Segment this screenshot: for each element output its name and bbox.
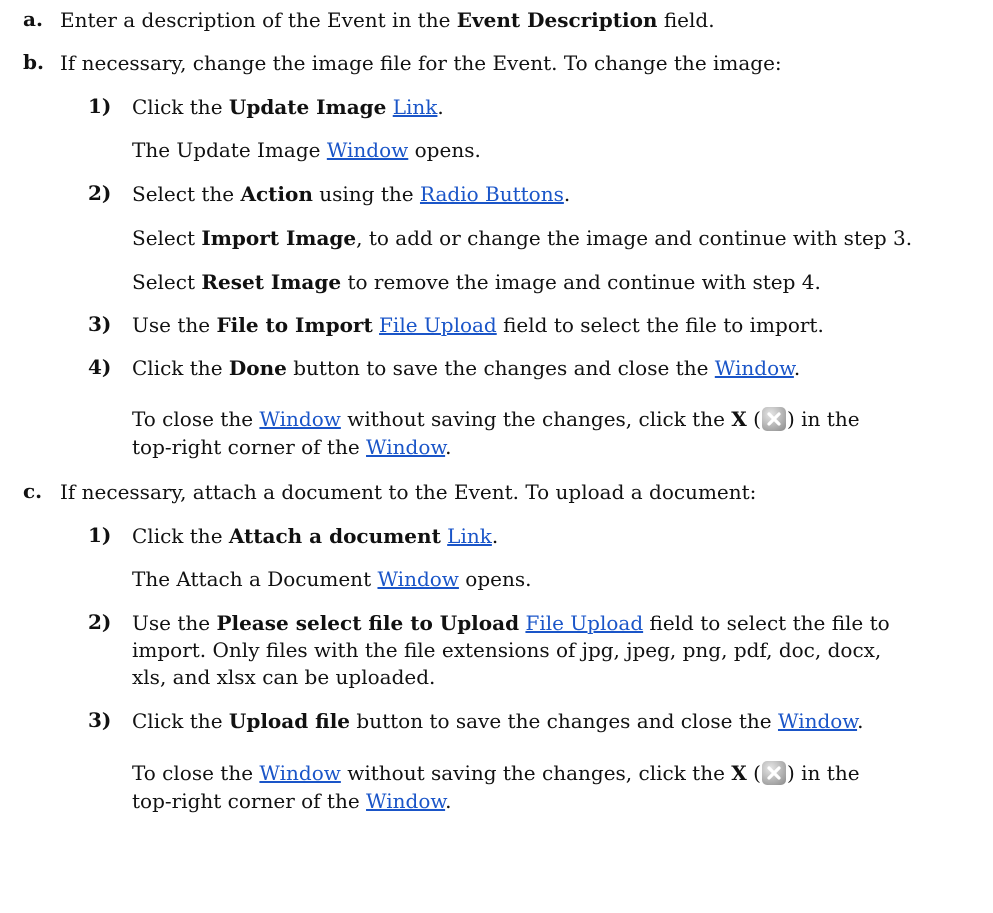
step-b3-marker: 3) [88, 312, 112, 336]
x-label: X [731, 407, 747, 431]
close-x-icon [762, 761, 786, 785]
close-note-line2-2: . [445, 435, 452, 459]
step-c2-text-line3: xls, and xlsx can be uploaded. [132, 665, 436, 689]
close-note-line2-1: top-right corner of the [132, 435, 367, 459]
reset-image-label: Reset Image [201, 270, 342, 294]
close-note-text-4: ) in the [787, 761, 860, 785]
step-c3-text-1: Click the [132, 709, 229, 733]
upload-file-label: Upload file [228, 709, 351, 733]
close-note-line2-1: top-right corner of the [132, 789, 367, 813]
step-c1-note-1: The Attach a Document [132, 567, 378, 591]
step-b1-note-2: opens. [408, 138, 481, 162]
step-b4-text-2: button to save the changes and close the [286, 356, 715, 380]
step-b2-p2-2: to remove the image and continue with st… [341, 270, 821, 294]
step-b1-marker: 1) [88, 94, 112, 118]
step-c3-text-2: button to save the changes and close the [350, 709, 778, 733]
step-a-marker: a. [23, 7, 43, 31]
link-link[interactable]: Link [447, 524, 492, 548]
step-b1-text: Click the Update Image Link. [132, 94, 444, 120]
step-b2-para-1: Select Import Image, to add or change th… [132, 225, 912, 251]
close-note-text-2: without saving the changes, click the [340, 761, 732, 785]
step-b4-text-1: Click the [132, 356, 229, 380]
radio-buttons-link[interactable]: Radio Buttons [420, 182, 564, 206]
step-c3-marker: 3) [88, 708, 112, 732]
step-a-text-1: Enter a description of the Event in the [60, 8, 457, 32]
step-b3-text-2: field to select the file to import. [496, 313, 824, 337]
step-c-text: If necessary, attach a document to the E… [60, 480, 757, 504]
step-c3-text: Click the Upload file button to save the… [132, 708, 863, 734]
close-note-text-1: To close the [132, 761, 260, 785]
close-note-line2-2: . [445, 789, 452, 813]
step-b2-text-3: . [563, 182, 571, 206]
close-note-text-3: ( [746, 407, 761, 431]
link-link[interactable]: Link [393, 95, 438, 119]
step-b3-text: Use the File to Import File Upload field… [132, 312, 824, 338]
step-c1-text-1: Click the [132, 524, 229, 548]
done-label: Done [228, 356, 287, 380]
window-link[interactable]: Window [715, 356, 794, 380]
window-link[interactable]: Window [366, 435, 445, 459]
step-b2-text: Select the Action using the Radio Button… [132, 181, 570, 207]
attach-document-label: Attach a document [228, 524, 441, 548]
step-b4-text-3: . [793, 356, 801, 380]
step-c2-text-1: Use the [132, 611, 217, 635]
step-b4-marker: 4) [88, 355, 112, 379]
step-c1-note: The Attach a Document Window opens. [132, 566, 531, 592]
step-b1-text-2: . [437, 95, 444, 119]
step-c2-marker: 2) [88, 610, 112, 634]
step-c3-text-3: . [857, 709, 864, 733]
x-label: X [731, 761, 747, 785]
select-file-upload-label: Please select file to Upload [216, 611, 520, 635]
close-note-text-1: To close the [132, 407, 260, 431]
step-c1-marker: 1) [88, 523, 112, 547]
step-b-text: If necessary, change the image file for … [60, 51, 782, 75]
step-b2-marker: 2) [88, 181, 112, 205]
step-b4-close-note: To close the Window without saving the c… [132, 406, 860, 432]
window-link[interactable]: Window [366, 789, 445, 813]
action-label: Action [240, 182, 313, 206]
step-b3-text-1: Use the [132, 313, 217, 337]
update-image-label: Update Image [228, 95, 387, 119]
step-b1-text-1: Click the [132, 95, 229, 119]
step-c-marker: c. [23, 479, 43, 503]
step-a-text-2: field. [657, 8, 715, 32]
window-link[interactable]: Window [377, 567, 458, 591]
step-b2-p1-1: Select [132, 226, 202, 250]
step-b2-para-2: Select Reset Image to remove the image a… [132, 269, 821, 295]
window-link[interactable]: Window [778, 709, 857, 733]
window-link[interactable]: Window [259, 761, 340, 785]
step-b-marker: b. [23, 50, 44, 74]
step-c2-text-2: field to select the file to [643, 611, 890, 635]
window-link[interactable]: Window [327, 138, 408, 162]
step-c2-text-line2: import. Only files with the file extensi… [132, 638, 882, 662]
step-c1-note-2: opens. [458, 567, 532, 591]
step-b2-text-1: Select the [132, 182, 241, 206]
step-b2-p2-1: Select [132, 270, 202, 294]
step-b2-p1-2: , to add or change the image and continu… [356, 226, 913, 250]
step-b2-text-2: using the [312, 182, 420, 206]
step-c1-text-2: . [491, 524, 499, 548]
close-note-text-3: ( [746, 761, 761, 785]
step-c1-text: Click the Attach a document Link. [132, 523, 498, 549]
file-upload-link[interactable]: File Upload [525, 611, 643, 635]
event-description-label: Event Description [456, 8, 658, 32]
file-upload-link[interactable]: File Upload [379, 313, 497, 337]
step-c2-text: Use the Please select file to Upload Fil… [132, 610, 890, 636]
close-x-icon [762, 407, 786, 431]
step-b4-text: Click the Done button to save the change… [132, 355, 800, 381]
close-note-text-2: without saving the changes, click the [340, 407, 732, 431]
step-b1-note-1: The Update Image [132, 138, 327, 162]
window-link[interactable]: Window [259, 407, 340, 431]
file-to-import-label: File to Import [216, 313, 373, 337]
step-a-text: Enter a description of the Event in the … [60, 7, 715, 33]
step-b1-note: The Update Image Window opens. [132, 137, 481, 163]
step-c3-close-note: To close the Window without saving the c… [132, 760, 860, 786]
import-image-label: Import Image [201, 226, 357, 250]
step-c3-close-note-line2: top-right corner of the Window. [132, 788, 451, 814]
close-note-text-4: ) in the [787, 407, 860, 431]
step-b4-close-note-line2: top-right corner of the Window. [132, 434, 451, 460]
